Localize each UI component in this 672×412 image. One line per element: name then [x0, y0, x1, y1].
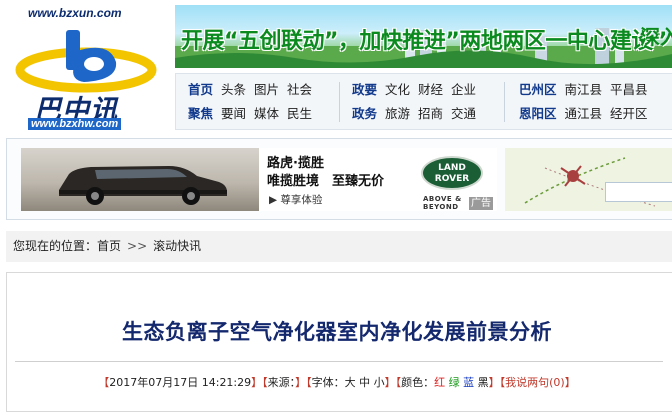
logo-url-top: www.bzxun.com: [28, 6, 122, 20]
color-option-blue[interactable]: 蓝: [463, 376, 474, 389]
font-size-medium[interactable]: 中: [359, 376, 370, 389]
nav-link-politics[interactable]: 政要: [352, 78, 377, 102]
nav-group-news: 首页 头条 图片 社会 聚焦 要闻 媒体 民生: [188, 78, 320, 126]
nav-link-enyang[interactable]: 恩阳区: [519, 102, 557, 126]
article-date: 2017年07月17日 14:21:29: [109, 376, 252, 389]
meta-bracket: 】【: [384, 376, 402, 389]
breadcrumb-current-link[interactable]: 滚动快讯: [153, 239, 201, 253]
color-option-black[interactable]: 黑: [478, 376, 489, 389]
color-option-red[interactable]: 红: [434, 376, 445, 389]
meta-bracket: 】【: [295, 376, 312, 389]
nav-link-economic-zone[interactable]: 经开区: [610, 102, 648, 126]
car-icon: [59, 166, 227, 205]
comments-link[interactable]: 我说两句(0): [505, 376, 565, 389]
breadcrumb-prefix: 您现在的位置：: [13, 239, 98, 253]
nav-row: 聚焦 要闻 媒体 民生: [188, 102, 320, 126]
nav-divider: [504, 82, 505, 122]
nav-link-enterprise[interactable]: 企业: [451, 78, 476, 102]
article-container: 生态负离子空气净化器室内净化发展前景分析 【2017年07月17日 14:21:…: [6, 272, 672, 412]
site-logo[interactable]: www.bzxun.com 巴中讯 www.bzxhw.com: [14, 4, 164, 132]
nav-link-pingchang[interactable]: 平昌县: [610, 78, 648, 102]
article-title: 生态负离子空气净化器室内净化发展前景分析: [122, 320, 552, 344]
ad-band: 路虎·揽胜 唯揽胜境 至臻无价 ▶ 尊享体验 LAND ROVER ABOVE …: [6, 138, 672, 220]
color-option-green[interactable]: 绿: [449, 376, 460, 389]
nav-link-headlines[interactable]: 头条: [221, 78, 246, 102]
nav-link-finance[interactable]: 财经: [418, 78, 443, 102]
ad-cta-label: 尊享体验: [280, 194, 323, 206]
top-banner[interactable]: 开展“五创联动”，加快推进”两地两区一中心建设” 深入: [175, 5, 672, 68]
breadcrumb-home-link[interactable]: 首页: [97, 239, 121, 253]
nav-link-investment[interactable]: 招商: [418, 102, 443, 126]
color-label: 颜色：: [401, 376, 435, 389]
land-rover-logo: LAND ROVER: [421, 156, 483, 190]
nav-link-tongjiang[interactable]: 通江县: [565, 102, 603, 126]
ad-headline: 路虎·揽胜: [267, 156, 324, 171]
ad-subheadline: 唯揽胜境 至臻无价: [267, 174, 385, 189]
nav-link-focus[interactable]: 聚焦: [188, 102, 213, 126]
font-size-small[interactable]: 小: [374, 376, 385, 389]
nav-link-livelihood[interactable]: 民生: [287, 102, 312, 126]
nav-link-pictures[interactable]: 图片: [254, 78, 279, 102]
title-divider: [15, 361, 663, 362]
nav-group-government: 政要 文化 财经 企业 政务 旅游 招商 交通: [352, 78, 484, 126]
meta-bracket: 】: [564, 376, 576, 389]
nav-link-society[interactable]: 社会: [287, 78, 312, 102]
nav-group-districts: 巴州区 南江县 平昌县 恩阳区 通江县 经开区: [519, 78, 656, 126]
map-search-box[interactable]: [605, 182, 672, 202]
meta-bracket: 】【: [488, 376, 506, 389]
meta-bracket: 【: [98, 376, 110, 389]
nav-link-media[interactable]: 媒体: [254, 102, 279, 126]
nav-link-bazhou[interactable]: 巴州区: [519, 78, 557, 102]
nav-link-government-affairs[interactable]: 政务: [352, 102, 377, 126]
car-advertisement[interactable]: 路虎·揽胜 唯揽胜境 至臻无价 ▶ 尊享体验 LAND ROVER ABOVE …: [21, 148, 497, 211]
nav-link-tourism[interactable]: 旅游: [385, 102, 410, 126]
font-size-label: 字体：: [311, 376, 345, 389]
nav-link-home[interactable]: 首页: [188, 78, 213, 102]
banner-slogan-tail: 深入: [640, 25, 672, 49]
source-label: 来源：: [267, 376, 296, 389]
meta-bracket: 】【: [251, 376, 268, 389]
nav-row: 政要 文化 财经 企业: [352, 78, 484, 102]
play-arrow-icon: ▶: [269, 194, 281, 206]
nav-row: 政务 旅游 招商 交通: [352, 102, 484, 126]
map-advertisement[interactable]: [505, 148, 672, 211]
font-size-large[interactable]: 大: [345, 376, 356, 389]
ad-cta-link[interactable]: ▶ 尊享体验: [269, 192, 322, 207]
nav-link-important-news[interactable]: 要闻: [221, 102, 246, 126]
car-photo: [21, 148, 259, 211]
banner-slogan: 开展“五创联动”，加快推进”两地两区一中心建设”: [181, 29, 667, 54]
nav-row: 巴州区 南江县 平昌县: [519, 78, 656, 102]
main-navigation: 首页 头条 图片 社会 聚焦 要闻 媒体 民生 政要 文化 财经 企业 政务 旅游 招商 交通 巴州区南…: [175, 73, 672, 130]
nav-link-transport[interactable]: 交通: [451, 102, 476, 126]
breadcrumb: 您现在的位置：首页 >> 滚动快讯: [6, 231, 672, 262]
nav-link-culture[interactable]: 文化: [385, 78, 410, 102]
breadcrumb-separator: >>: [127, 239, 148, 253]
nav-link-nanjiang[interactable]: 南江县: [565, 78, 603, 102]
nav-divider: [339, 82, 340, 122]
article-meta: 【2017年07月17日 14:21:29】【来源：】【字体：大 中 小】【颜色…: [7, 374, 667, 390]
logo-url-bottom: www.bzxhw.com: [28, 118, 122, 130]
nav-row: 恩阳区 通江县 经开区: [519, 102, 656, 126]
ad-label-badge: 广告: [469, 197, 493, 210]
nav-row: 首页 头条 图片 社会: [188, 78, 320, 102]
